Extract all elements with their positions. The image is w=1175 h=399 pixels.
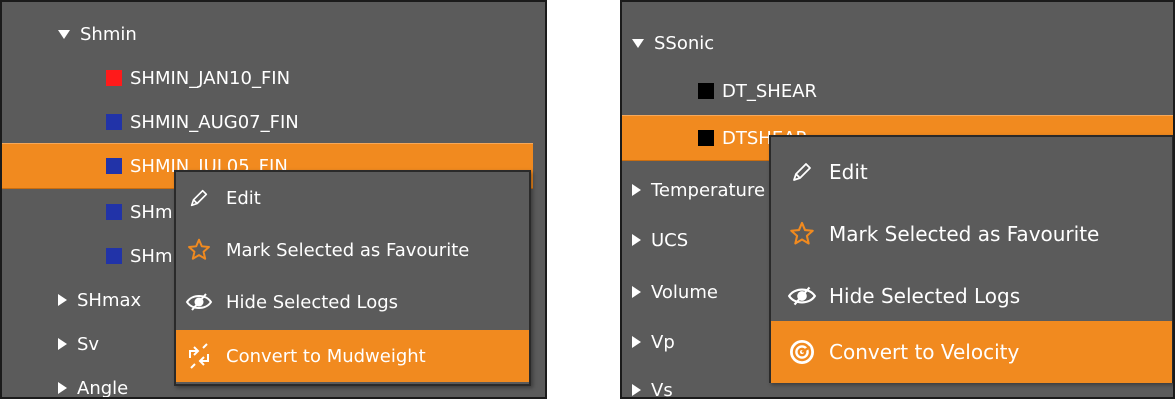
log-color-swatch	[698, 83, 714, 99]
collapse-arrow-icon[interactable]	[58, 294, 67, 306]
tree-group-label: Shmin	[80, 23, 137, 45]
tree-group-ssonic[interactable]: SSonic	[622, 21, 1173, 65]
menu-item-mark-favourite[interactable]: Mark Selected as Favourite	[176, 224, 529, 276]
menu-item-label: Hide Selected Logs	[829, 284, 1021, 308]
tree-group-shmin[interactable]: Shmin	[2, 12, 545, 56]
menu-item-label: Convert to Mudweight	[226, 345, 426, 367]
expand-arrow-icon[interactable]	[632, 38, 644, 48]
menu-item-label: Mark Selected as Favourite	[829, 222, 1100, 246]
log-color-swatch	[698, 130, 714, 146]
pencil-icon	[787, 157, 817, 187]
right-log-tree-panel: SSonic DT_SHEAR DTSHEAR Temperature UCS …	[620, 0, 1175, 399]
collapse-arrow-icon[interactable]	[632, 336, 641, 348]
menu-item-hide-logs[interactable]: Hide Selected Logs	[771, 265, 1172, 327]
tree-group-label: Temperature	[651, 179, 766, 201]
eye-hide-icon	[184, 287, 214, 317]
menu-item-convert-velocity[interactable]: Convert to Velocity	[771, 321, 1172, 383]
menu-item-hide-logs[interactable]: Hide Selected Logs	[176, 276, 529, 328]
tree-group-label: Vs	[651, 379, 673, 399]
left-log-tree-panel: Shmin SHMIN_JAN10_FIN SHMIN_AUG07_FIN SH…	[0, 0, 547, 399]
menu-item-label: Edit	[829, 160, 868, 184]
menu-item-label: Convert to Velocity	[829, 340, 1020, 364]
collapse-arrow-icon[interactable]	[58, 382, 67, 394]
tree-group-label: Volume	[651, 281, 718, 303]
tree-group-label: SSonic	[654, 32, 715, 54]
tree-group-label: Sv	[77, 333, 100, 355]
menu-item-label: Mark Selected as Favourite	[226, 239, 470, 261]
collapse-arrow-icon[interactable]	[632, 384, 641, 396]
tree-item-log[interactable]: SHMIN_AUG07_FIN	[2, 100, 545, 144]
expand-arrow-icon[interactable]	[58, 29, 70, 39]
eye-hide-icon	[787, 281, 817, 311]
menu-item-label: Edit	[226, 187, 261, 209]
menu-item-label: Hide Selected Logs	[226, 291, 399, 313]
tree-group-label: UCS	[651, 229, 689, 251]
log-label: SHMIN_JAN10_FIN	[130, 67, 291, 89]
collapse-arrow-icon[interactable]	[632, 286, 641, 298]
velocity-icon	[787, 337, 817, 367]
star-icon	[787, 219, 817, 249]
log-label: SHMIN_AUG07_FIN	[130, 111, 299, 133]
tree-group-label: Angle	[77, 377, 129, 399]
log-color-swatch	[106, 70, 122, 86]
log-label: DT_SHEAR	[722, 80, 818, 102]
log-color-swatch	[106, 248, 122, 264]
pencil-icon	[184, 183, 214, 213]
menu-item-edit[interactable]: Edit	[771, 141, 1172, 203]
tree-group-label: SHmax	[77, 289, 142, 311]
log-color-swatch	[106, 114, 122, 130]
convert-icon	[184, 341, 214, 371]
tree-group-label: Vp	[651, 331, 675, 353]
log-color-swatch	[106, 204, 122, 220]
log-color-swatch	[106, 158, 122, 174]
collapse-arrow-icon[interactable]	[632, 234, 641, 246]
collapse-arrow-icon[interactable]	[632, 184, 641, 196]
tree-item-log[interactable]: SHMIN_JAN10_FIN	[2, 56, 545, 100]
context-menu: Edit Mark Selected as Favourite Hide Sel…	[174, 170, 531, 386]
menu-item-convert-mudweight[interactable]: Convert to Mudweight	[176, 330, 529, 382]
menu-item-edit[interactable]: Edit	[176, 172, 529, 224]
star-icon	[184, 235, 214, 265]
tree-item-log[interactable]: DT_SHEAR	[622, 69, 1173, 113]
context-menu: Edit Mark Selected as Favourite Hide Sel…	[769, 135, 1173, 383]
menu-item-mark-favourite[interactable]: Mark Selected as Favourite	[771, 203, 1172, 265]
collapse-arrow-icon[interactable]	[58, 338, 67, 350]
